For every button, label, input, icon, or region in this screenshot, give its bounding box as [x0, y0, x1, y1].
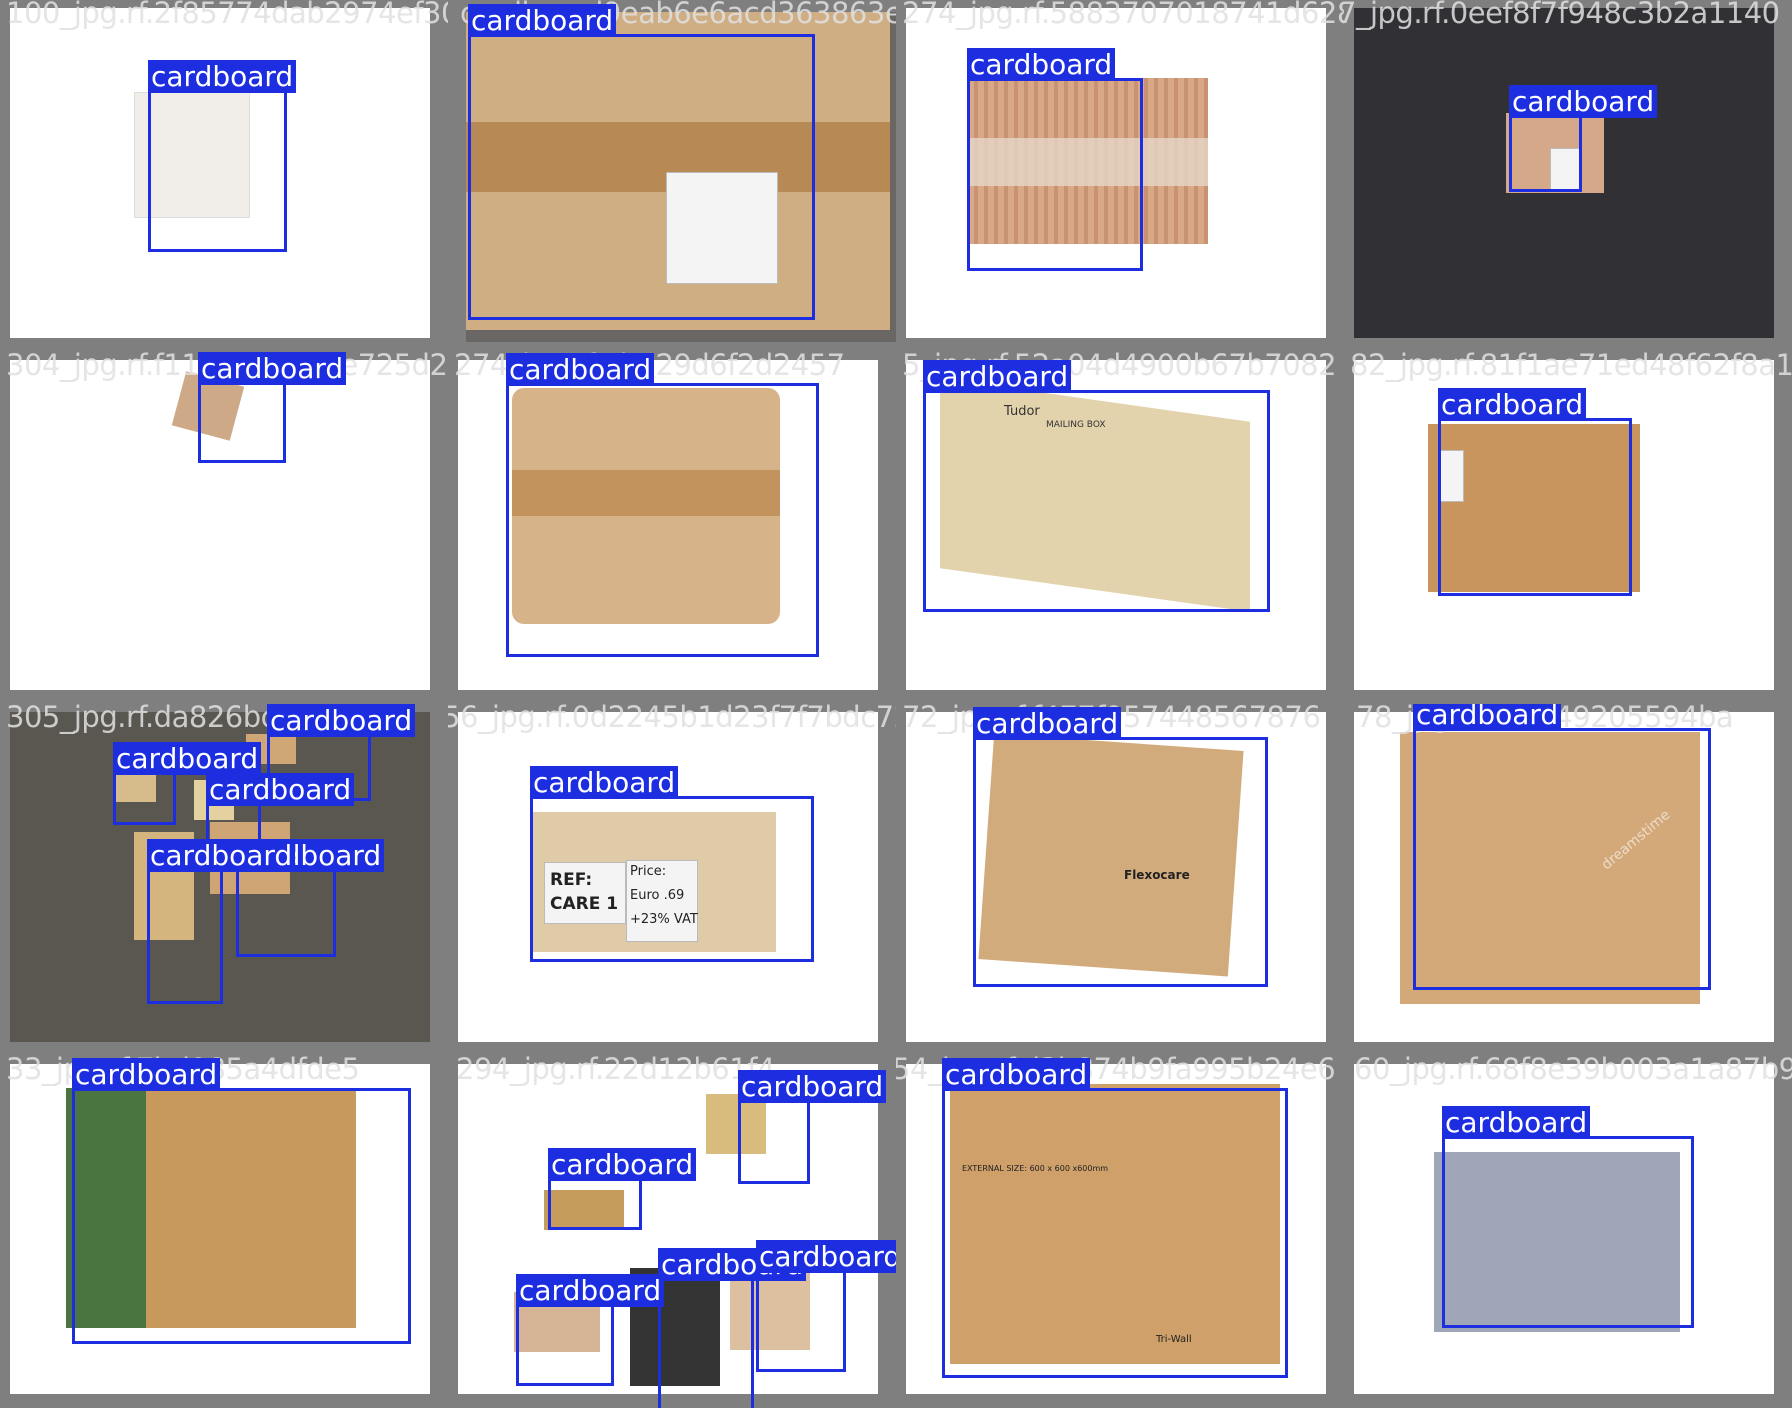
- tile-filename: 56_jpg.rf.0d2245b1d23f7f7bdc72: [448, 704, 896, 734]
- grid-tile: 294_jpg.rf.22d12b61f4 cardboard cardboar…: [448, 1056, 896, 1408]
- detection-box: cardboard: [1413, 704, 1711, 990]
- grid-tile: dreamstime 78_jpg.rf.c44a49205594ba card…: [1344, 704, 1792, 1056]
- detection-label: cardboard: [198, 352, 347, 385]
- detection-box: cardboard: [923, 360, 1270, 612]
- detection-label: cardboard: [516, 1274, 665, 1307]
- grid-tile: 274_jpg.rf.5883707018741d628b47 cardboar…: [896, 0, 1344, 352]
- detection-box: cardboard: [72, 1058, 411, 1344]
- tile-filename: 60_jpg.rf.68f8e39b003a1a87b94: [1354, 1056, 1792, 1086]
- detection-label: cardboard: [206, 773, 355, 806]
- grid-tile: 33_jpg.rf.7bd985a4dfde5 cardboard: [0, 1056, 448, 1408]
- tile-filename: 82_jpg.rf.81f1ae71ed48f62f8a1: [1350, 352, 1792, 382]
- detection-label: cardboard: [267, 704, 416, 737]
- grid-tile: REF: CARE 1 Price: Euro .69 +23% VAT 56_…: [448, 704, 896, 1056]
- detection-box: cardboard: [658, 1248, 807, 1408]
- tile-filename: 7_jpg.rf.0eef8f7f948c3b2a1140: [1344, 0, 1780, 30]
- detection-label: cardboard: [506, 353, 655, 386]
- detection-label: cardboard: [1413, 704, 1562, 731]
- detection-box: cardboard: [973, 707, 1268, 987]
- grid-tile: 274_jpg.rf.3b929d6f2d2457 cardboard: [448, 352, 896, 704]
- detection-label: cardboard: [1438, 388, 1587, 421]
- detection-box: cardboard: [468, 4, 815, 320]
- detection-box: cardboard: [113, 742, 262, 825]
- detection-label: cardboard: [973, 707, 1122, 740]
- detection-box: cardboard: [236, 839, 385, 957]
- grid-tile: Flexocare 72_jpg.rf.f477f957448567876 ca…: [896, 704, 1344, 1056]
- grid-tile: 7_jpg.rf.0eef8f7f948c3b2a1140 cardboard: [1344, 0, 1792, 352]
- grid-tile: 82_jpg.rf.81f1ae71ed48f62f8a1 cardboard: [1344, 352, 1792, 704]
- tile-filename: 294_jpg.rf.22d12b61f4: [456, 1056, 775, 1086]
- grid-tile: 100_jpg.rf.2f85774dab2974ef303 cardboard: [0, 0, 448, 352]
- detection-label: cardboard: [1442, 1106, 1591, 1139]
- detection-box: cardboard: [1438, 388, 1632, 596]
- grid-tile: 304_jpg.rf.f115c15820de725d274 cardboard: [0, 352, 448, 704]
- grid-tile: cardboard9eab6e6acd363863e54 cardboard: [448, 0, 896, 352]
- detection-label: cardboard: [942, 1058, 1091, 1091]
- detection-box: cardboard: [148, 60, 297, 252]
- detection-label: cardboard: [147, 839, 296, 872]
- detection-label: cardboard: [738, 1070, 887, 1103]
- detection-label: cardboard: [923, 360, 1072, 393]
- detection-box: cardboard: [530, 766, 814, 962]
- detection-label: cardboard: [72, 1058, 221, 1091]
- detection-box: cardboard: [756, 1240, 896, 1372]
- detection-label: cardboard: [756, 1240, 896, 1273]
- detection-box: cardboard: [147, 839, 296, 1004]
- tile-filename: 100_jpg.rf.2f85774dab2974ef303: [6, 0, 448, 30]
- detection-box: cardboard: [198, 352, 347, 463]
- grid-tile: EXTERNAL SIZE: 600 x 600 x600mm Tri-Wall…: [896, 1056, 1344, 1408]
- detection-box: cardboard: [1509, 85, 1658, 192]
- grid-tile: 305_jpg.rf.da826bc7f744715 cardboard car…: [0, 704, 448, 1056]
- detection-box: cardboard: [967, 48, 1143, 271]
- grid-tile: 60_jpg.rf.68f8e39b003a1a87b94 cardboard: [1344, 1056, 1792, 1408]
- detection-label: cardboard: [967, 48, 1116, 81]
- grid-tile: Tudor MAILING BOX 5_jpg.rf.52a04d4900b67…: [896, 352, 1344, 704]
- detection-box: cardboard: [738, 1070, 887, 1184]
- detection-box: cardboard: [1442, 1106, 1694, 1328]
- detection-label: cardboard: [1509, 85, 1658, 118]
- detection-box: cardboard: [516, 1274, 665, 1386]
- detection-label: cardboard: [113, 742, 262, 775]
- detection-label: cardboard: [468, 4, 617, 37]
- detection-label: cardboard: [530, 766, 679, 799]
- image-grid: 100_jpg.rf.2f85774dab2974ef303 cardboard…: [0, 0, 1792, 1408]
- detection-box: cardboard: [506, 353, 819, 657]
- tile-filename: 274_jpg.rf.5883707018741d628b47: [902, 0, 1344, 30]
- detection-box: cardboard: [942, 1058, 1288, 1378]
- detection-label: cardboard: [148, 60, 297, 93]
- detection-box: cardboard: [548, 1148, 697, 1230]
- detection-label: cardboard: [548, 1148, 697, 1181]
